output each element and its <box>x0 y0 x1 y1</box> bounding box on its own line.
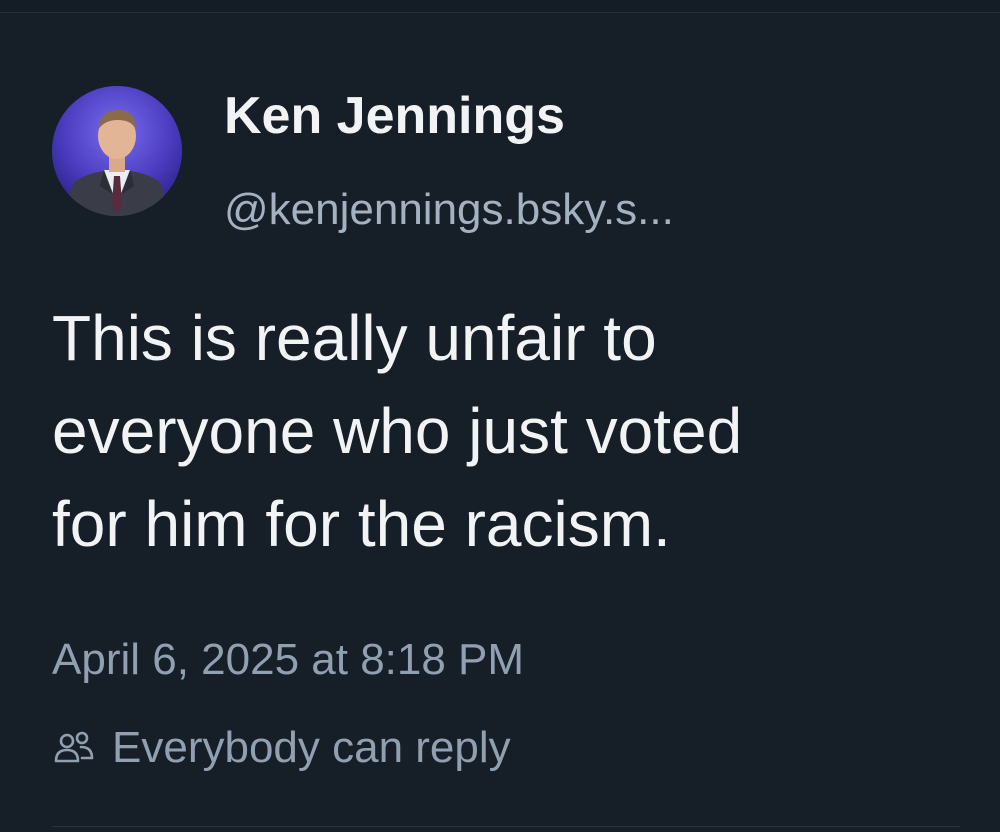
post-text: This is really unfair to everyone who ju… <box>52 292 982 571</box>
people-icon <box>54 731 94 763</box>
post-card: Ken Jennings @kenjennings.bsky.s... This… <box>0 0 1000 832</box>
reply-setting: Everybody can reply <box>52 720 511 776</box>
bottom-divider <box>52 826 960 827</box>
post-text-line: This is really unfair to <box>52 302 657 374</box>
author-display-name[interactable]: Ken Jennings <box>224 84 565 148</box>
avatar[interactable] <box>52 86 182 216</box>
post-timestamp[interactable]: April 6, 2025 at 8:18 PM <box>52 632 524 688</box>
profile-photo-icon <box>52 86 182 216</box>
reply-setting-label: Everybody can reply <box>112 723 511 772</box>
post-text-line: for him for the racism. <box>52 488 671 560</box>
post-text-line: everyone who just voted <box>52 395 743 467</box>
author-handle[interactable]: @kenjennings.bsky.s... <box>224 182 674 238</box>
